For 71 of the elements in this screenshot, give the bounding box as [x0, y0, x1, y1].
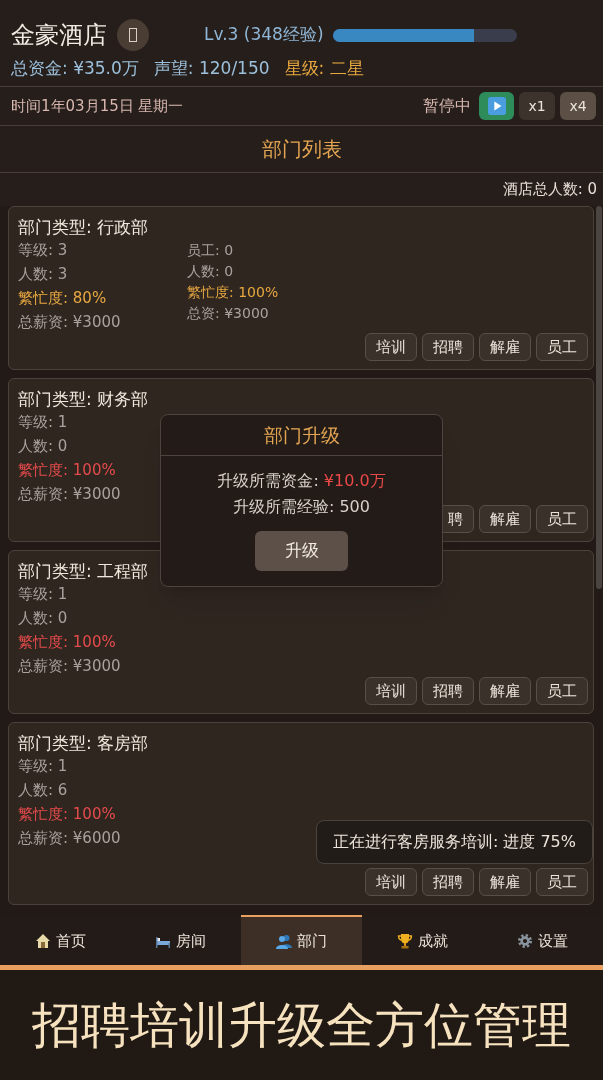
department-stat: 等级: 3	[18, 240, 68, 261]
square-icon	[129, 28, 137, 42]
department-action-button[interactable]: 招聘	[422, 868, 474, 896]
requirement-value: ¥10.0万	[323, 470, 386, 492]
house-icon	[34, 933, 51, 949]
speed-button[interactable]: x4	[560, 92, 596, 120]
game-date: 时间1年03月15日 星期一	[11, 95, 184, 117]
upgrade-button[interactable]: 升级	[255, 531, 348, 571]
total-staff-count: 酒店总人数: 0	[502, 179, 597, 201]
department-stat: 总薪资: ¥6000	[18, 828, 121, 849]
nav-tab[interactable]: 房间	[120, 915, 242, 965]
play-button[interactable]	[479, 92, 514, 120]
department-action-button[interactable]: 招聘	[422, 677, 474, 705]
requirement-label: 升级所需经验:	[233, 496, 335, 518]
department-action-button[interactable]: 培训	[365, 677, 417, 705]
department-stat: 总薪资: ¥3000	[18, 484, 121, 505]
section-title: 部门列表	[261, 136, 342, 163]
department-stat: 总薪资: ¥3000	[18, 312, 121, 333]
dialog-title: 部门升级	[263, 422, 340, 448]
settings-icon	[517, 933, 534, 949]
hotel-stat: 星级: 二星	[284, 58, 364, 78]
play-icon	[487, 97, 506, 115]
department-action-button[interactable]: 员工	[536, 505, 588, 533]
nav-tab[interactable]: 部门	[241, 915, 362, 965]
icon-button[interactable]	[117, 19, 149, 51]
staff-stat: 人数: 0	[187, 262, 234, 281]
nav-tab[interactable]: 首页	[0, 915, 121, 965]
banner-caption: 招聘培训升级全方位管理	[32, 1000, 571, 1050]
department-action-button[interactable]: 员工	[536, 868, 588, 896]
department-action-button[interactable]: 解雇	[479, 333, 531, 361]
training-progress-toast: 正在进行客房服务培训: 进度 75%	[315, 820, 593, 864]
requirement-label: 升级所需资金:	[217, 470, 319, 492]
nav-tab[interactable]: 设置	[482, 915, 603, 965]
department-stat: 等级: 1	[18, 584, 68, 605]
department-action-button[interactable]: 解雇	[479, 868, 531, 896]
requirement-value: 500	[339, 496, 370, 518]
department-stat: 总薪资: ¥3000	[18, 656, 121, 677]
hotel-stat: 声望: 120/150	[153, 58, 270, 78]
scrollbar-thumb[interactable]	[596, 206, 602, 589]
nav-tab[interactable]: 成就	[361, 915, 483, 965]
department-title: 部门类型: 财务部	[18, 388, 149, 410]
department-stat: 人数: 0	[18, 608, 68, 629]
staff-stat: 总资: ¥3000	[187, 304, 269, 323]
department-stat: 繁忙度: 100%	[18, 460, 116, 481]
staff-stat: 繁忙度: 100%	[187, 283, 279, 302]
hotel-stat: 总资金: ¥35.0万	[11, 58, 139, 78]
speed-button[interactable]: x1	[519, 92, 555, 120]
department-stat: 人数: 3	[18, 264, 68, 285]
department-stat: 人数: 0	[18, 436, 68, 457]
department-title: 部门类型: 客房部	[18, 732, 149, 754]
department-action-button[interactable]: 解雇	[479, 677, 531, 705]
department-action-button[interactable]: 培训	[365, 868, 417, 896]
department-action-button[interactable]: 培训	[365, 333, 417, 361]
level-label: Lv.3 (348经验)	[204, 23, 324, 47]
department-action-button[interactable]: 解雇	[479, 505, 531, 533]
department-stat: 等级: 1	[18, 412, 68, 433]
staff-stat: 员工: 0	[187, 241, 234, 260]
department-stat: 繁忙度: 100%	[18, 632, 116, 653]
department-action-button[interactable]: 员工	[536, 333, 588, 361]
department-stat: 人数: 6	[18, 780, 68, 801]
department-action-button[interactable]: 员工	[536, 677, 588, 705]
department-title: 部门类型: 行政部	[18, 216, 149, 238]
department-title: 部门类型: 工程部	[18, 560, 149, 582]
department-action-button[interactable]: 招聘	[422, 333, 474, 361]
pause-status: 暂停中	[423, 95, 471, 117]
department-stat: 等级: 1	[18, 756, 68, 777]
hotel-name: 金豪酒店	[11, 23, 107, 47]
department-stat: 繁忙度: 80%	[18, 288, 107, 309]
people-icon	[276, 933, 292, 949]
department-stat: 繁忙度: 100%	[18, 804, 116, 825]
trophy-icon	[396, 933, 413, 949]
